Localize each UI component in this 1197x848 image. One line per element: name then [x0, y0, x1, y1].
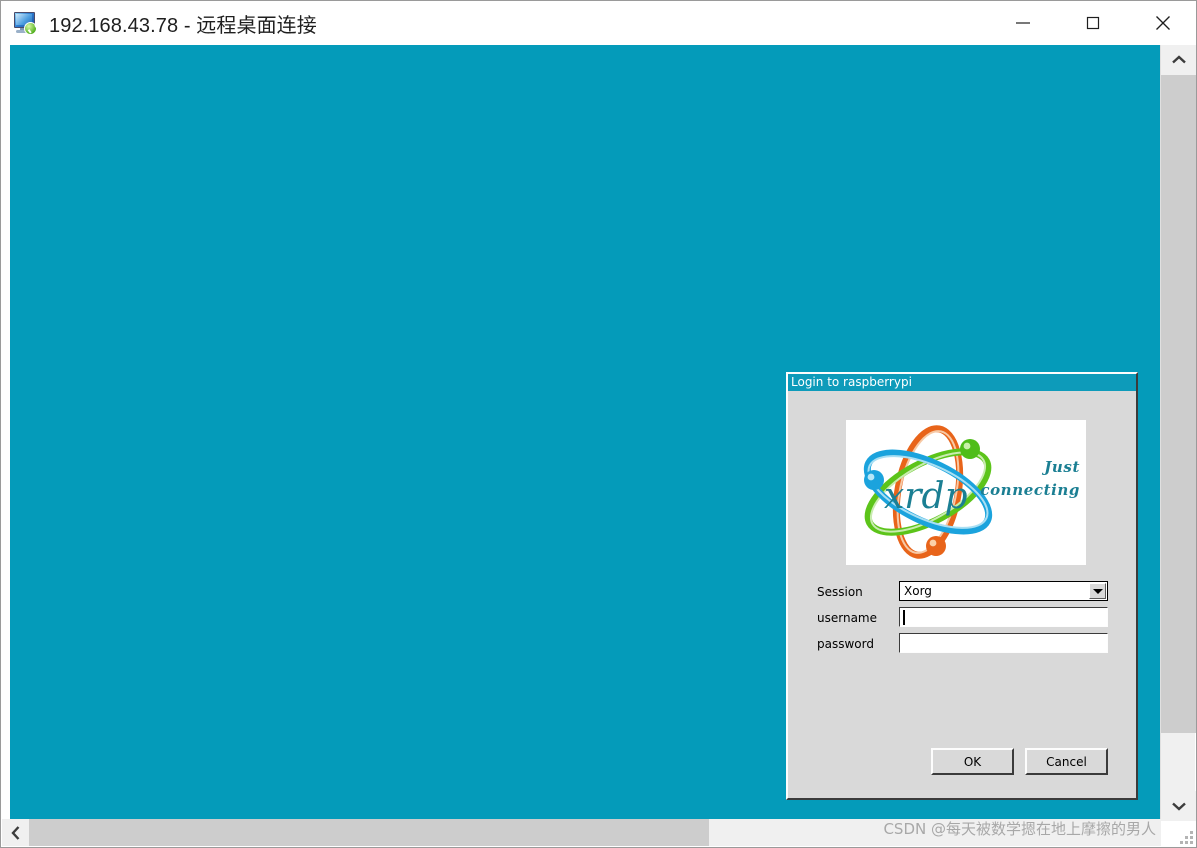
password-row: password [788, 633, 1136, 659]
session-select[interactable]: Xorg [899, 581, 1108, 601]
session-row: Session Xorg [788, 581, 1136, 607]
session-label: Session [817, 585, 863, 599]
logo-tagline-line1: Just [1044, 458, 1080, 476]
window-titlebar[interactable]: 192.168.43.78 - 远程桌面连接 [1, 1, 1196, 45]
chevron-up-icon [1171, 55, 1186, 64]
logo-tagline: Just connecting [980, 456, 1080, 502]
password-label: password [817, 637, 874, 651]
minimize-button[interactable] [988, 1, 1058, 45]
text-caret [903, 610, 905, 625]
maximize-button[interactable] [1058, 1, 1128, 45]
maximize-icon [1086, 16, 1100, 30]
session-select-value: Xorg [904, 584, 932, 598]
username-input[interactable] [899, 607, 1108, 627]
login-form: Session Xorg username password [788, 581, 1136, 659]
scroll-left-button[interactable] [2, 819, 29, 846]
chevron-down-icon[interactable] [1089, 583, 1106, 599]
login-dialog-body: xrdp Just connecting Session Xorg userna… [788, 391, 1136, 798]
horizontal-scrollbar-thumb[interactable] [29, 819, 709, 846]
resize-grip[interactable] [1180, 831, 1193, 844]
close-button[interactable] [1128, 1, 1196, 45]
vertical-scrollbar[interactable] [1160, 45, 1196, 821]
xrdp-logo: xrdp Just connecting [846, 420, 1086, 565]
horizontal-scrollbar[interactable] [2, 819, 1161, 846]
remote-desktop-icon [13, 10, 39, 36]
window-controls [988, 1, 1196, 45]
scroll-up-button[interactable] [1161, 45, 1196, 75]
password-input[interactable] [899, 633, 1108, 653]
chevron-left-icon [10, 825, 19, 840]
remote-desktop-canvas[interactable]: Login to raspberrypi xrdp Just connectin… [10, 45, 1162, 821]
window-title: 192.168.43.78 - 远程桌面连接 [49, 14, 317, 37]
login-dialog-title: Login to raspberrypi [791, 375, 912, 389]
chevron-down-icon [1171, 802, 1186, 811]
logo-tagline-line2: connecting [980, 481, 1080, 499]
scroll-down-button[interactable] [1161, 791, 1196, 821]
dialog-button-row: OK Cancel [788, 748, 1136, 776]
username-row: username [788, 607, 1136, 633]
login-dialog-titlebar[interactable]: Login to raspberrypi [788, 374, 1136, 391]
close-icon [1156, 16, 1170, 30]
remote-desktop-window: 192.168.43.78 - 远程桌面连接 Login to raspberr… [0, 0, 1197, 848]
xrdp-login-dialog: Login to raspberrypi xrdp Just connectin… [786, 372, 1138, 800]
vertical-scrollbar-thumb[interactable] [1161, 75, 1196, 733]
cancel-button[interactable]: Cancel [1025, 748, 1108, 775]
minimize-icon [1016, 22, 1030, 24]
username-label: username [817, 611, 877, 625]
svg-text:xrdp: xrdp [884, 476, 968, 517]
ok-button[interactable]: OK [931, 748, 1014, 775]
